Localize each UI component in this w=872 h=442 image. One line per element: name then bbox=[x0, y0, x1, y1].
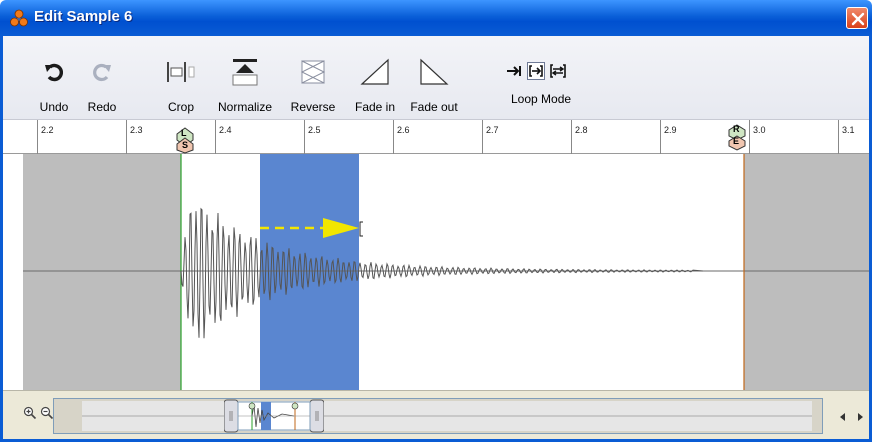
scroll-left-icon[interactable] bbox=[839, 410, 847, 424]
ruler-tick-label: 2.9 bbox=[664, 125, 677, 135]
fade-in-icon bbox=[349, 56, 401, 88]
toolbar: Undo Redo Crop Normalize Reverse Fade in… bbox=[3, 36, 869, 120]
loop-pingpong-button[interactable] bbox=[549, 62, 567, 80]
reverse-icon bbox=[285, 56, 341, 88]
loop-pingpong-icon bbox=[550, 64, 566, 78]
app-icon bbox=[10, 9, 28, 27]
sample-start-letter: S bbox=[182, 140, 189, 150]
title-bar[interactable]: Edit Sample 6 bbox=[0, 0, 872, 36]
overview-scroll-thumb[interactable] bbox=[223, 399, 325, 433]
loop-bracket-icon bbox=[529, 65, 543, 77]
redo-label: Redo bbox=[87, 100, 117, 114]
fade-out-icon bbox=[405, 56, 463, 88]
normalize-button[interactable]: Normalize bbox=[213, 56, 277, 114]
loop-end-marker[interactable]: R E bbox=[726, 124, 748, 152]
redo-icon bbox=[85, 56, 119, 88]
ruler-tick-label: 2.2 bbox=[41, 125, 54, 135]
ruler-tick-label: 2.7 bbox=[486, 125, 499, 135]
ruler-tick bbox=[215, 120, 216, 154]
redo-button[interactable]: Redo bbox=[85, 56, 119, 114]
loop-start-letter: L bbox=[181, 128, 187, 138]
close-icon bbox=[851, 12, 865, 26]
ruler-tick-label: 2.5 bbox=[308, 125, 321, 135]
ruler-tick-label: 2.6 bbox=[397, 125, 410, 135]
ruler-tick-label: 3.1 bbox=[842, 125, 855, 135]
ruler-tick-label: 2.4 bbox=[219, 125, 232, 135]
crop-label: Crop bbox=[167, 100, 194, 114]
reverse-label: Reverse bbox=[290, 100, 336, 114]
loop-forward-button[interactable] bbox=[505, 62, 523, 80]
reverse-button[interactable]: Reverse bbox=[285, 56, 341, 114]
zoom-out-icon[interactable] bbox=[40, 406, 54, 423]
loop-start-marker[interactable]: L S bbox=[173, 126, 197, 154]
loop-mode-selected-button[interactable] bbox=[527, 62, 545, 80]
loop-forward-icon bbox=[507, 66, 521, 76]
fade-in-button[interactable]: Fade in bbox=[349, 56, 401, 114]
fade-in-label: Fade in bbox=[354, 100, 396, 114]
ruler-tick-label: 2.8 bbox=[575, 125, 588, 135]
waveform-trace bbox=[180, 207, 704, 339]
ruler-tick bbox=[660, 120, 661, 154]
navigation-bar bbox=[3, 390, 869, 439]
time-ruler[interactable]: 2.2 2.3 2.4 2.5 2.6 2.7 2.8 2.9 3.0 3.1 … bbox=[3, 120, 869, 154]
ruler-tick bbox=[482, 120, 483, 154]
window-title: Edit Sample 6 bbox=[34, 8, 133, 25]
ruler-tick bbox=[571, 120, 572, 154]
drag-arrow-head bbox=[323, 218, 359, 238]
resize-cursor-icon bbox=[359, 221, 363, 237]
fade-out-label: Fade out bbox=[410, 100, 458, 114]
ruler-tick bbox=[37, 120, 38, 154]
undo-label: Undo bbox=[39, 100, 69, 114]
crop-button[interactable]: Crop bbox=[161, 56, 201, 114]
ruler-tick-label: 2.3 bbox=[130, 125, 143, 135]
loop-mode-label: Loop Mode bbox=[511, 92, 572, 106]
scroll-right-icon[interactable] bbox=[856, 410, 864, 424]
undo-button[interactable]: Undo bbox=[37, 56, 71, 114]
normalize-label: Normalize bbox=[217, 100, 272, 114]
close-button[interactable] bbox=[846, 7, 868, 29]
overview-track bbox=[82, 401, 812, 431]
ruler-tick-label: 3.0 bbox=[753, 125, 766, 135]
ruler-tick bbox=[304, 120, 305, 154]
waveform-editor[interactable] bbox=[3, 154, 869, 390]
ruler-tick bbox=[126, 120, 127, 154]
loop-mode-group bbox=[505, 62, 567, 80]
fade-out-button[interactable]: Fade out bbox=[405, 56, 463, 114]
ruler-tick bbox=[393, 120, 394, 154]
loop-end-letter: R bbox=[733, 124, 740, 134]
crop-icon bbox=[161, 56, 201, 88]
zoom-in-icon[interactable] bbox=[23, 406, 37, 423]
ruler-tick bbox=[838, 120, 839, 154]
sample-end-letter: E bbox=[733, 136, 740, 146]
waveform-overview[interactable] bbox=[53, 398, 823, 434]
normalize-icon bbox=[213, 56, 277, 88]
undo-icon bbox=[37, 56, 71, 88]
waveform-canvas bbox=[23, 154, 869, 390]
ruler-tick bbox=[749, 120, 750, 154]
